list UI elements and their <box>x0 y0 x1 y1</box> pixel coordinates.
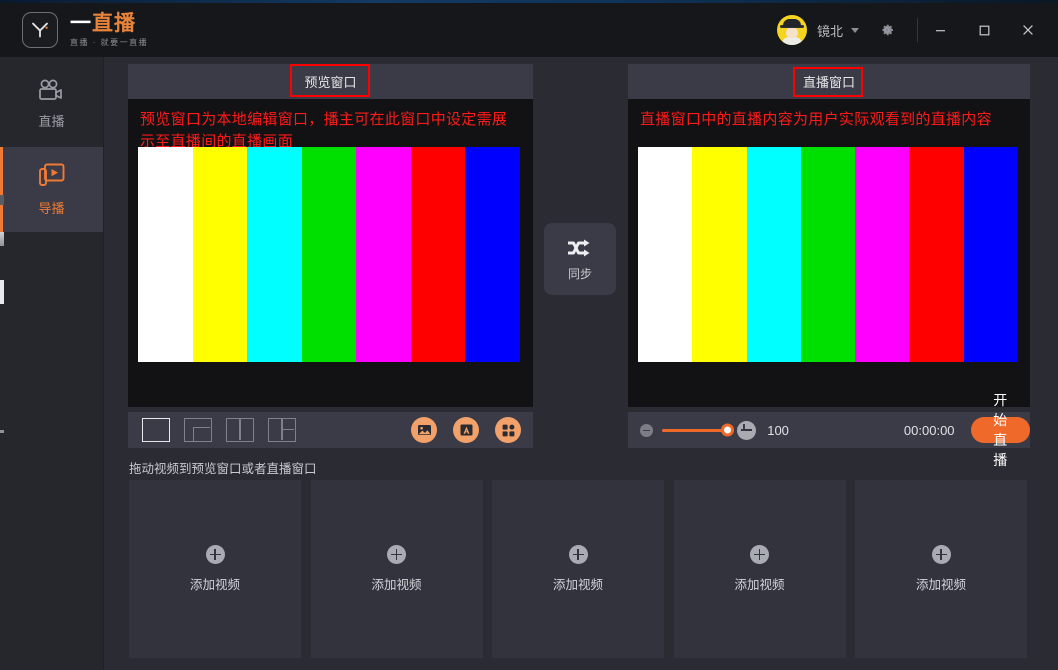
layout-two-column-button[interactable] <box>226 418 254 442</box>
avatar[interactable] <box>776 15 807 45</box>
add-video-card-1[interactable]: 添加视频 <box>129 480 301 658</box>
add-video-card-2[interactable]: 添加视频 <box>310 480 483 658</box>
add-video-card-3[interactable]: 添加视频 <box>492 480 664 658</box>
brand-name: 一直播 <box>70 13 148 34</box>
edge-artifact-c <box>0 280 4 304</box>
brand-tagline: 直播 · 就要一直播 <box>70 38 149 47</box>
live-title-highlight-box <box>793 67 863 97</box>
sidebar-item-live[interactable]: 直播 <box>0 62 103 147</box>
video-camera-icon <box>38 79 62 100</box>
avatar-hat <box>782 19 801 27</box>
sidebar-item-live-label: 直播 <box>38 114 65 129</box>
edge-artifact-d <box>0 430 4 433</box>
plus-circle-icon <box>205 545 225 564</box>
add-video-card-3-label: 添加视频 <box>552 578 603 592</box>
edge-artifact-a <box>0 195 4 205</box>
image-icon <box>417 425 431 435</box>
sync-button[interactable]: 同步 <box>544 223 616 295</box>
brand-name-part2: 直播 <box>92 12 136 35</box>
volume-slider-handle[interactable] <box>721 423 735 437</box>
preview-color-bars <box>138 147 520 362</box>
plus-circle-icon <box>750 545 769 564</box>
preview-toolbar <box>128 412 533 448</box>
add-video-card-5-label: 添加视频 <box>915 578 966 592</box>
live-color-bars <box>638 147 1018 362</box>
avatar-face <box>785 27 798 38</box>
plus-circle-icon <box>387 545 406 564</box>
add-widget-button[interactable] <box>495 417 521 443</box>
brand-text: 一直播 直播 · 就要一直播 <box>70 13 148 47</box>
app-logo: 一直播 直播 · 就要一直播 <box>22 12 148 48</box>
preview-annotation-text: 预览窗口为本地编辑窗口，播主可在此窗口中设定需展示至直播间的直播画面 <box>140 111 508 150</box>
sidebar: 直播 导播 <box>0 57 104 670</box>
maximize-icon[interactable] <box>962 3 1006 57</box>
drag-hint-text: 拖动视频到预览窗口或者直播窗口 <box>129 462 317 476</box>
live-annotation-text: 直播窗口中的直播内容为用户实际观看到的直播内容 <box>640 111 992 128</box>
broadcast-timer: 00:00:00 <box>903 422 955 438</box>
volume-decrease-button[interactable] <box>640 423 653 437</box>
minimize-icon[interactable] <box>918 3 962 57</box>
sidebar-item-director-label: 导播 <box>38 201 65 216</box>
volume-increase-button[interactable] <box>737 420 757 440</box>
text-a-icon <box>460 424 472 436</box>
add-text-button[interactable] <box>453 417 479 443</box>
add-video-card-1-label: 添加视频 <box>189 578 240 592</box>
y-logo-icon <box>22 12 58 48</box>
preview-video-area[interactable]: 预览窗口为本地编辑窗口，播主可在此窗口中设定需展示至直播间的直播画面 <box>128 99 533 407</box>
sidebar-item-director[interactable]: 导播 <box>0 147 103 232</box>
chevron-down-icon[interactable] <box>851 27 859 33</box>
layout-single-button[interactable] <box>142 418 170 442</box>
plus-circle-icon <box>568 545 588 564</box>
brand-name-part1: 一 <box>70 12 92 35</box>
volume-value: 100 <box>767 422 789 438</box>
app-window: 一直播 直播 · 就要一直播 镜北 直播 导播 预览窗口 预览窗口为本地编辑窗口… <box>0 0 1058 670</box>
video-library: 添加视频 添加视频 添加视频 添加视频 添加视频 <box>129 480 1027 658</box>
username-label[interactable]: 镜北 <box>817 21 843 40</box>
titlebar-right: 镜北 <box>776 3 1058 57</box>
add-video-card-5[interactable]: 添加视频 <box>855 480 1027 658</box>
layout-pip-button[interactable] <box>184 418 212 442</box>
avatar-body <box>781 37 802 45</box>
edge-artifact-b <box>0 232 4 246</box>
add-video-card-4[interactable]: 添加视频 <box>673 480 846 658</box>
sync-button-label: 同步 <box>567 266 592 281</box>
gear-icon[interactable] <box>879 22 895 38</box>
close-icon[interactable] <box>1006 3 1050 57</box>
start-broadcast-button[interactable]: 开始直播 <box>970 392 1030 468</box>
add-video-card-4-label: 添加视频 <box>734 578 785 592</box>
add-video-card-2-label: 添加视频 <box>371 578 422 592</box>
live-video-area[interactable]: 直播窗口中的直播内容为用户实际观看到的直播内容 <box>628 99 1030 407</box>
grid-squares-icon <box>502 424 514 436</box>
volume-slider[interactable] <box>662 423 735 437</box>
plus-circle-icon <box>931 545 951 564</box>
preview-title-highlight-box <box>290 64 370 97</box>
title-bar: 一直播 直播 · 就要一直播 镜北 <box>0 3 1058 57</box>
layout-one-left-two-right-button[interactable] <box>268 418 296 442</box>
broadcast-layers-icon <box>38 163 64 186</box>
add-image-button[interactable] <box>411 417 437 443</box>
shuffle-arrows-icon <box>568 239 590 256</box>
live-control-bar: 100 00:00:00 开始直播 <box>628 392 1030 468</box>
